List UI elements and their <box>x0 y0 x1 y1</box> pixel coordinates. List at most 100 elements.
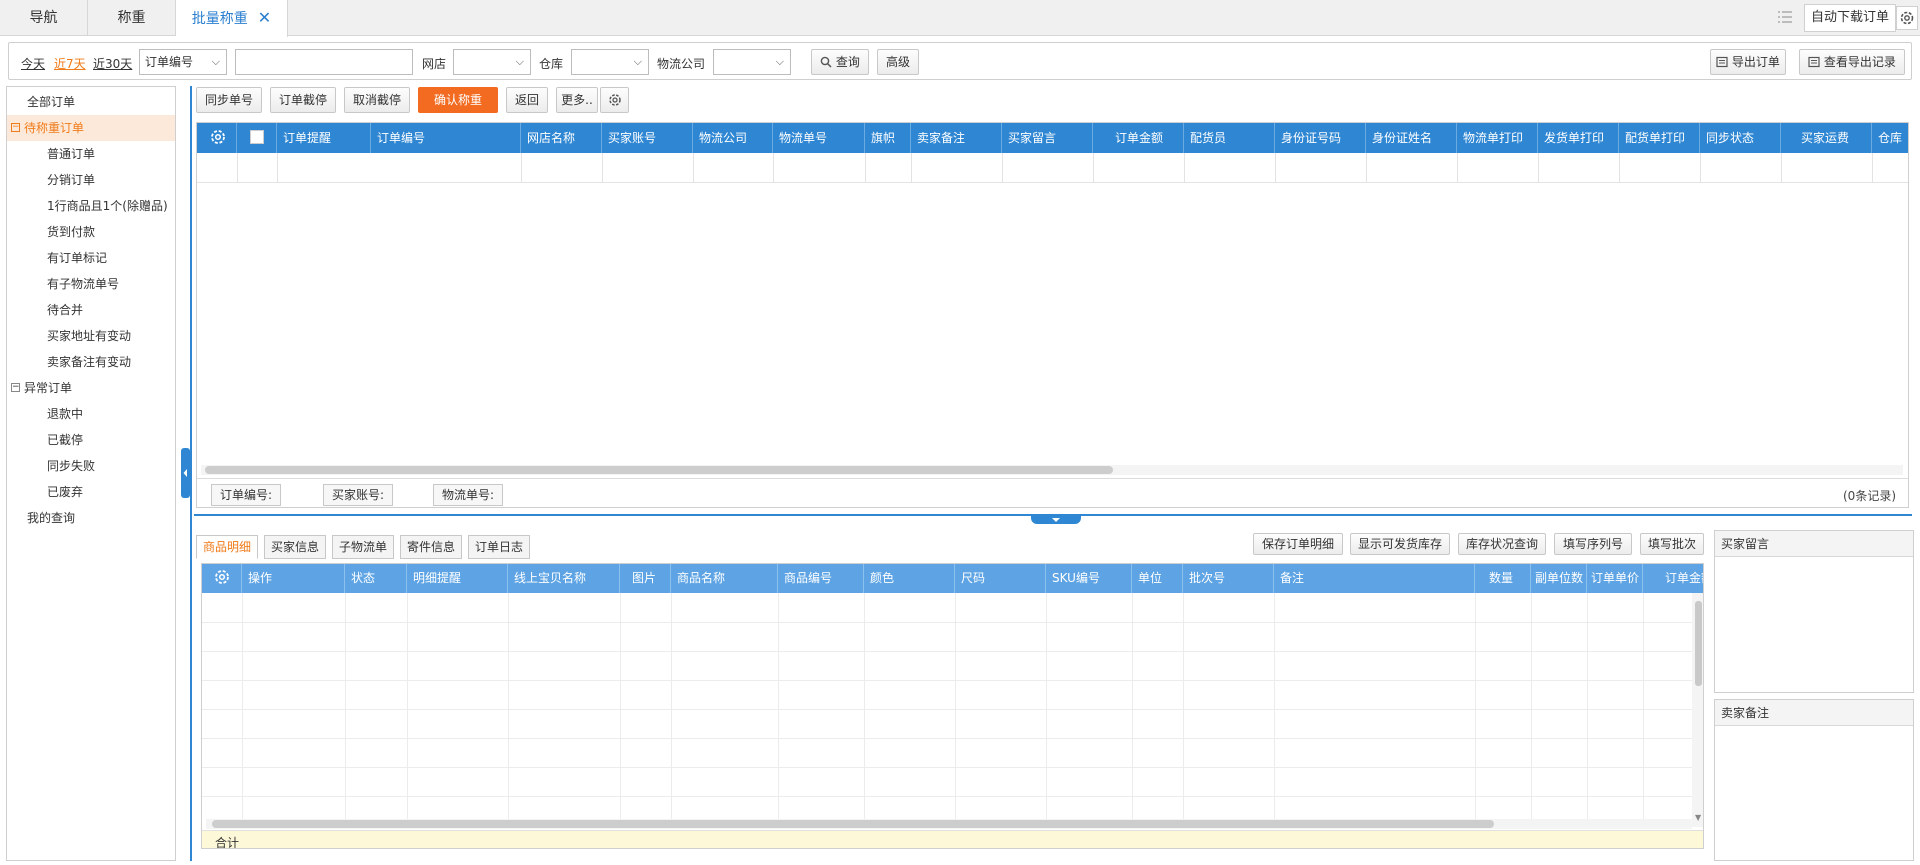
advanced-button[interactable]: 高级 <box>877 49 919 75</box>
intercept-order-button[interactable]: 订单截停 <box>270 87 336 113</box>
col-header[interactable]: 状态 <box>345 564 407 593</box>
confirm-weigh-button[interactable]: 确认称重 <box>418 87 498 113</box>
col-header[interactable]: 订单单价 <box>1587 564 1643 593</box>
scrollbar-thumb[interactable] <box>205 466 1113 474</box>
col-header[interactable]: 图片 <box>620 564 671 593</box>
tab-sender-info[interactable]: 寄件信息 <box>400 535 462 559</box>
col-header[interactable]: 订单编号 <box>371 123 521 153</box>
scroll-down-icon[interactable]: ▼ <box>1695 813 1701 822</box>
detail-settings-gear-icon[interactable] <box>202 564 242 593</box>
col-header[interactable]: 配货单打印 <box>1619 123 1700 153</box>
col-header[interactable]: 批次号 <box>1183 564 1274 593</box>
collapse-icon[interactable]: − <box>11 383 20 392</box>
col-header[interactable]: 线上宝贝名称 <box>508 564 620 593</box>
sidebar-item-sync-failed[interactable]: 同步失败 <box>7 453 175 479</box>
tab-buyer-info[interactable]: 买家信息 <box>264 535 326 559</box>
col-header[interactable]: 尺码 <box>955 564 1046 593</box>
col-header[interactable]: 同步状态 <box>1700 123 1781 153</box>
sidebar-item-to-merge[interactable]: 待合并 <box>7 297 175 323</box>
col-header[interactable]: 商品名称 <box>671 564 778 593</box>
col-header[interactable]: 配货员 <box>1184 123 1275 153</box>
scrollbar-thumb[interactable] <box>1695 601 1702 686</box>
close-icon[interactable]: ✕ <box>258 8 271 27</box>
auto-download-button[interactable]: 自动下载订单 <box>1804 4 1896 32</box>
query-button[interactable]: 查询 <box>811 49 869 75</box>
col-header[interactable]: 订单金额 <box>1093 123 1184 153</box>
col-header[interactable]: 物流单打印 <box>1457 123 1538 153</box>
warehouse-select[interactable]: ⌵ <box>571 49 649 75</box>
col-header[interactable]: 旗帜 <box>865 123 911 153</box>
fill-serial-number-button[interactable]: 填写序列号 <box>1554 533 1632 555</box>
sidebar-item-abnormal-orders[interactable]: − 异常订单 <box>7 375 175 401</box>
col-header[interactable]: SKU编号 <box>1046 564 1132 593</box>
col-header[interactable]: 物流公司 <box>693 123 773 153</box>
col-header[interactable]: 网店名称 <box>521 123 602 153</box>
col-header[interactable]: 备注 <box>1274 564 1475 593</box>
col-header[interactable]: 身份证号码 <box>1275 123 1366 153</box>
vertical-scrollbar[interactable]: ▼ <box>1692 593 1703 827</box>
last-7-days-link[interactable]: 近7天 <box>54 55 86 72</box>
col-header[interactable]: 单位 <box>1132 564 1183 593</box>
grid-settings-gear-icon[interactable] <box>197 123 237 153</box>
sidebar-item-normal-orders[interactable]: 普通订单 <box>7 141 175 167</box>
col-header[interactable]: 订单金额 <box>1643 564 1703 593</box>
shop-select[interactable]: ⌵ <box>453 49 531 75</box>
tab-sub-tracking[interactable]: 子物流单 <box>332 535 394 559</box>
sidebar-item-has-order-flag[interactable]: 有订单标记 <box>7 245 175 271</box>
tab-batch-weigh[interactable]: 批量称重 ✕ <box>176 0 288 37</box>
fill-batch-button[interactable]: 填写批次 <box>1640 533 1704 555</box>
horizontal-scrollbar[interactable] <box>206 819 1692 829</box>
sidebar-item-my-query[interactable]: 我的查询 <box>7 505 175 531</box>
col-header[interactable]: 订单提醒 <box>277 123 371 153</box>
vertical-splitter[interactable] <box>190 86 192 861</box>
view-export-records-button[interactable]: 查看导出记录 <box>1799 49 1905 75</box>
col-header[interactable]: 明细提醒 <box>407 564 508 593</box>
col-header[interactable]: 发货单打印 <box>1538 123 1619 153</box>
col-header[interactable]: 商品编号 <box>778 564 864 593</box>
show-available-stock-button[interactable]: 显示可发货库存 <box>1350 533 1450 555</box>
save-order-details-button[interactable]: 保存订单明细 <box>1253 533 1343 555</box>
sidebar-item-pending-weigh[interactable]: − 待称重订单 <box>7 115 175 141</box>
sidebar-collapse-handle[interactable] <box>181 448 190 498</box>
sidebar-item-intercepted[interactable]: 已截停 <box>7 427 175 453</box>
col-header[interactable]: 买家运费 <box>1781 123 1872 153</box>
collapse-icon[interactable]: − <box>11 123 20 132</box>
sidebar-item-has-sub-tracking[interactable]: 有子物流单号 <box>7 271 175 297</box>
cancel-intercept-button[interactable]: 取消截停 <box>344 87 410 113</box>
tab-weigh[interactable]: 称重 <box>88 0 176 36</box>
sidebar-item-cash-on-delivery[interactable]: 货到付款 <box>7 219 175 245</box>
sidebar-item-all-orders[interactable]: 全部订单 <box>7 89 175 115</box>
sidebar-item-single-line-single-item[interactable]: 1行商品且1个(除赠品) <box>7 193 175 219</box>
col-header[interactable]: 副单位数 <box>1531 564 1587 593</box>
back-button[interactable]: 返回 <box>506 87 548 113</box>
sidebar-item-distribution-orders[interactable]: 分销订单 <box>7 167 175 193</box>
sync-number-button[interactable]: 同步单号 <box>196 87 262 113</box>
col-header[interactable]: 仓库 <box>1872 123 1908 153</box>
select-all-checkbox[interactable] <box>237 123 277 153</box>
logistics-select[interactable]: ⌵ <box>713 49 791 75</box>
settings-gear-icon[interactable] <box>1896 6 1918 30</box>
more-button[interactable]: 更多.. <box>556 87 598 113</box>
stock-status-query-button[interactable]: 库存状况查询 <box>1458 533 1546 555</box>
today-link[interactable]: 今天 <box>21 55 45 72</box>
scrollbar-thumb[interactable] <box>212 820 1494 828</box>
last-30-days-link[interactable]: 近30天 <box>93 55 132 72</box>
horizontal-scrollbar[interactable] <box>201 465 1903 475</box>
toolbar-settings-gear-icon[interactable] <box>600 87 629 113</box>
export-orders-button[interactable]: 导出订单 <box>1710 49 1786 75</box>
search-input[interactable] <box>235 49 413 75</box>
tab-order-log[interactable]: 订单日志 <box>468 535 530 559</box>
col-header[interactable]: 买家账号 <box>602 123 693 153</box>
list-icon[interactable] <box>1776 8 1796 28</box>
sidebar-item-seller-note-changed[interactable]: 卖家备注有变动 <box>7 349 175 375</box>
col-header[interactable]: 身份证姓名 <box>1366 123 1457 153</box>
tab-navigation[interactable]: 导航 <box>0 0 88 36</box>
sidebar-item-discarded[interactable]: 已废弃 <box>7 479 175 505</box>
tab-product-details[interactable]: 商品明细 <box>196 535 258 559</box>
col-header[interactable]: 卖家备注 <box>911 123 1002 153</box>
col-header[interactable]: 物流单号 <box>773 123 865 153</box>
col-header[interactable]: 买家留言 <box>1002 123 1093 153</box>
col-header[interactable]: 操作 <box>242 564 345 593</box>
sidebar-item-refunding[interactable]: 退款中 <box>7 401 175 427</box>
sidebar-item-buyer-address-changed[interactable]: 买家地址有变动 <box>7 323 175 349</box>
